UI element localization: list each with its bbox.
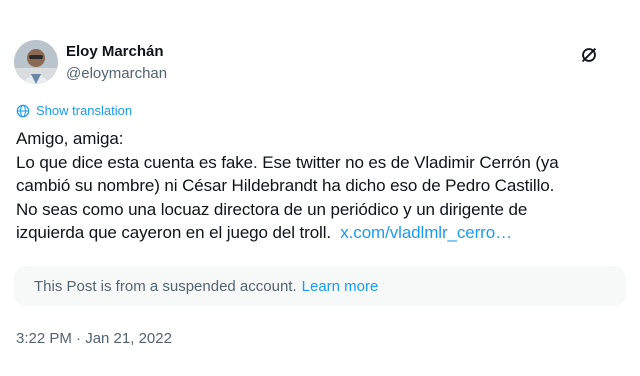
author-handle[interactable]: @eloymarchan — [66, 64, 167, 84]
author-display-name[interactable]: Eloy Marchán — [66, 42, 167, 62]
show-translation-label: Show translation — [36, 103, 133, 118]
post-body: Amigo, amiga: Lo que dice esta cuenta es… — [16, 127, 626, 245]
globe-icon — [16, 104, 30, 117]
post-link[interactable]: x.com/vladlmlr_cerro… — [340, 223, 512, 242]
user-avatar-icon — [14, 40, 58, 84]
learn-more-link[interactable]: Learn more — [302, 278, 379, 295]
show-translation-button[interactable]: Show translation — [16, 103, 132, 118]
avatar[interactable] — [14, 40, 58, 84]
author-block: Eloy Marchán @eloymarchan — [66, 42, 167, 84]
x-logo-icon[interactable] — [578, 44, 600, 66]
suspended-notice: This Post is from a suspended account. L… — [14, 266, 626, 306]
post-timestamp[interactable]: 3:22 PM · Jan 21, 2022 — [16, 330, 172, 347]
post-card: Eloy Marchán @eloymarchan Show translati… — [0, 0, 640, 376]
suspended-notice-text: This Post is from a suspended account. — [34, 277, 297, 295]
